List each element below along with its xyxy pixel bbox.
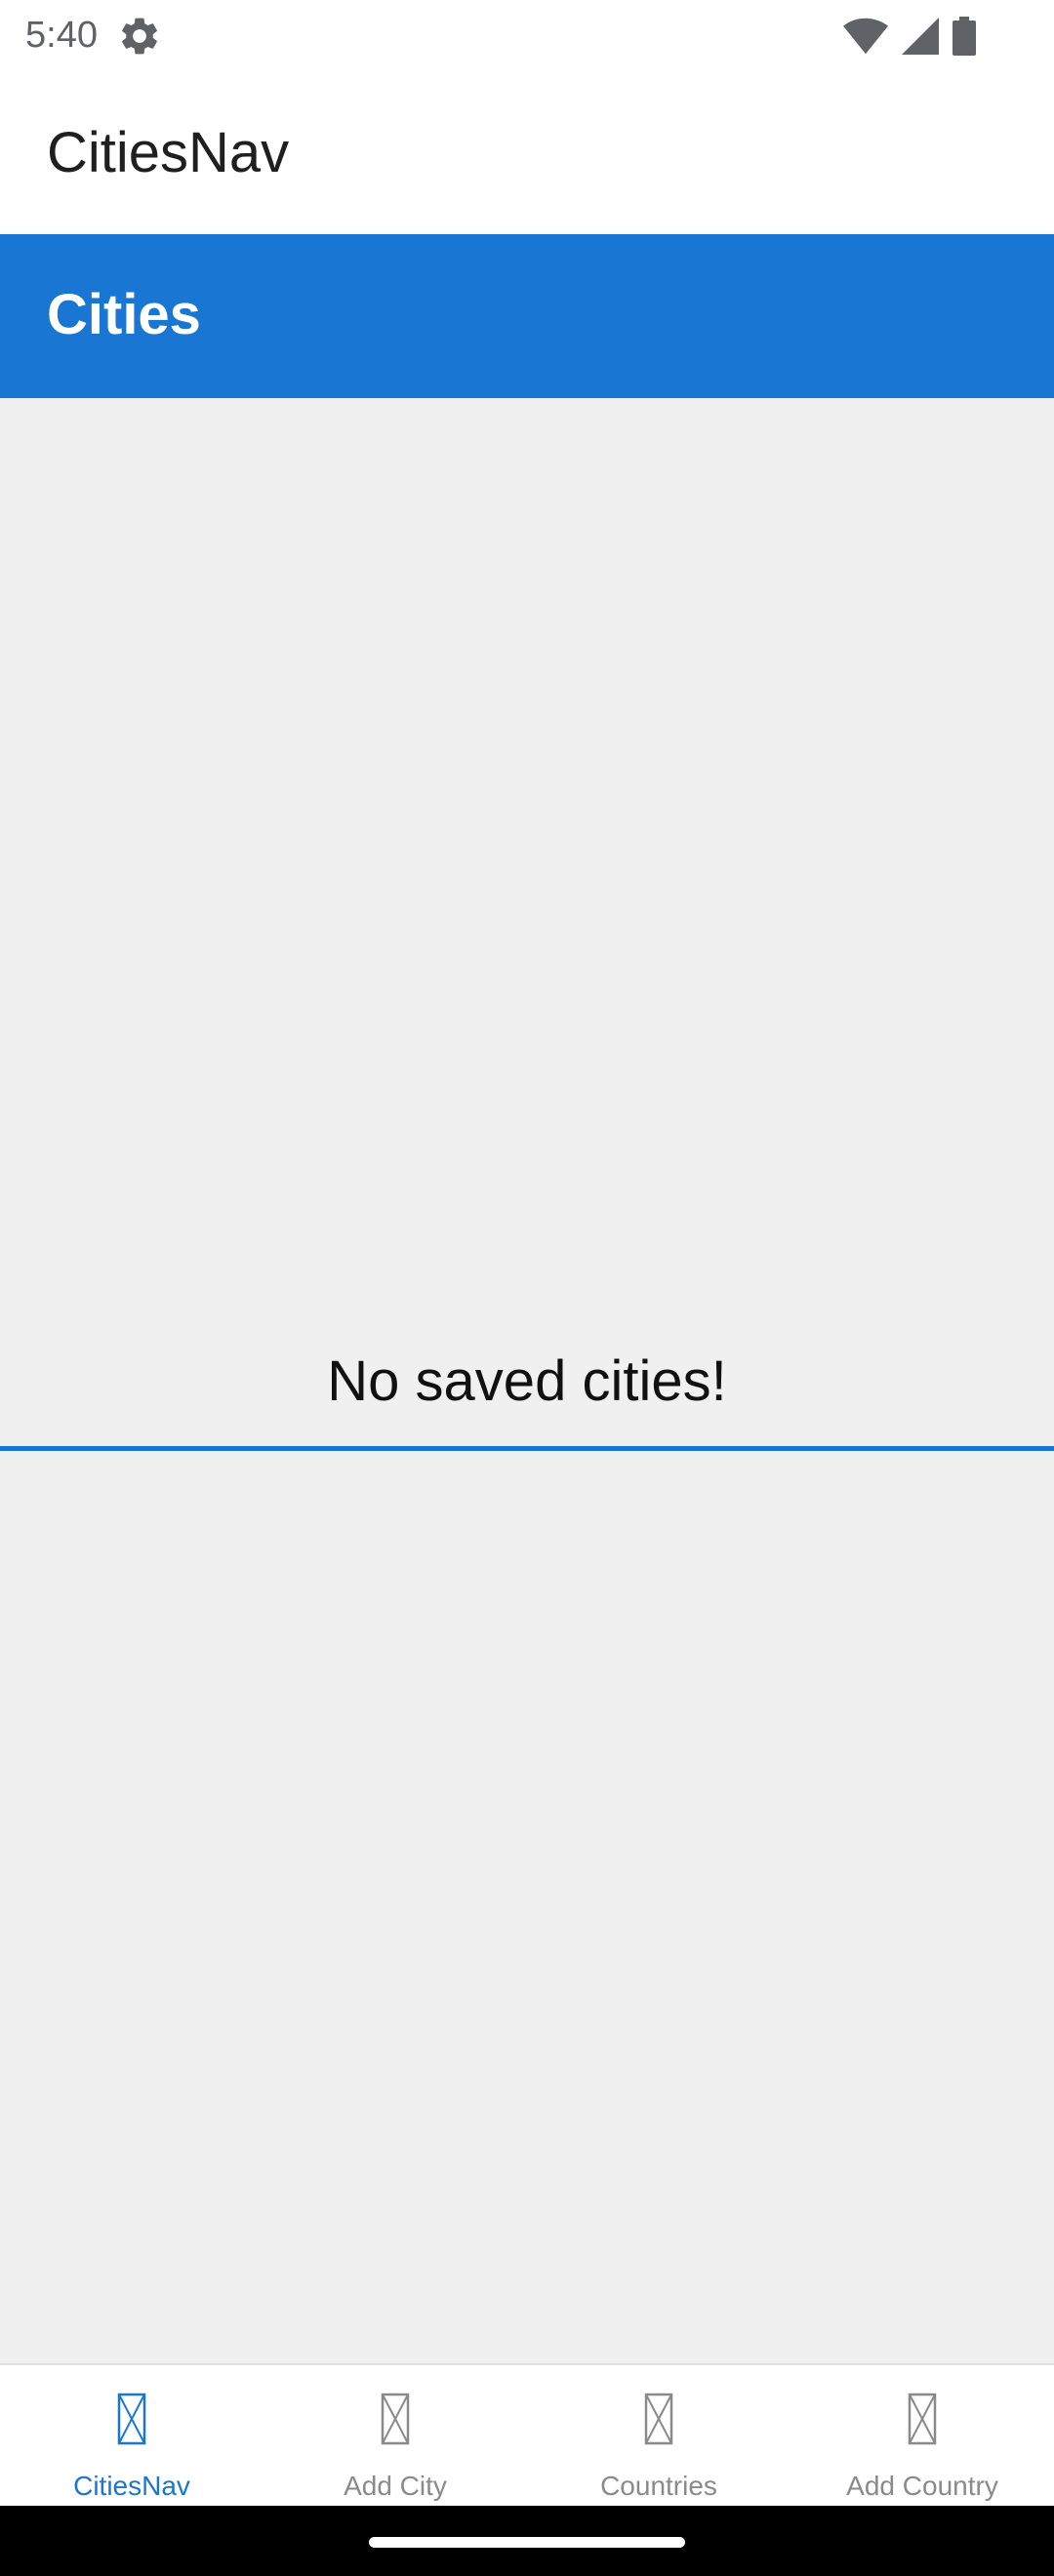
- battery-icon: [953, 17, 976, 56]
- cities-list-area[interactable]: No saved cities!: [0, 398, 1054, 2363]
- placeholder-glyph-icon: [381, 2393, 410, 2445]
- accent-divider: [0, 1446, 1054, 1451]
- status-bar: 5:40: [0, 0, 1054, 70]
- settings-gear-icon: [117, 14, 162, 59]
- status-icons: [843, 14, 976, 59]
- nav-tab-add-country[interactable]: Add Country: [790, 2365, 1054, 2508]
- wifi-icon: [843, 17, 888, 56]
- placeholder-glyph-icon: [644, 2393, 673, 2445]
- placeholder-glyph-icon: [117, 2393, 146, 2445]
- nav-tab-label: Add Country: [846, 2471, 998, 2501]
- cell-signal-icon: [902, 17, 939, 56]
- app-root: 5:40 CitiesNav Cities No saved cities! C…: [0, 0, 1054, 2576]
- nav-tab-citiesnav[interactable]: CitiesNav: [0, 2365, 264, 2508]
- bottom-navigation: CitiesNav Add City Countries Add Country: [0, 2363, 1054, 2508]
- app-bar: CitiesNav: [0, 70, 1054, 234]
- app-title: CitiesNav: [47, 121, 290, 184]
- home-gesture-handle[interactable]: [369, 2537, 685, 2548]
- status-time: 5:40: [25, 15, 98, 56]
- page-header: Cities: [0, 234, 1054, 398]
- nav-tab-label: Add City: [344, 2471, 447, 2501]
- nav-tab-label: CitiesNav: [73, 2471, 190, 2501]
- nav-tab-add-city[interactable]: Add City: [264, 2365, 527, 2508]
- page-title: Cities: [47, 283, 201, 346]
- empty-state-message: No saved cities!: [327, 1349, 727, 1413]
- system-gesture-bar: [0, 2506, 1054, 2576]
- nav-tab-countries[interactable]: Countries: [527, 2365, 790, 2508]
- nav-tab-label: Countries: [600, 2471, 717, 2501]
- placeholder-glyph-icon: [908, 2393, 937, 2445]
